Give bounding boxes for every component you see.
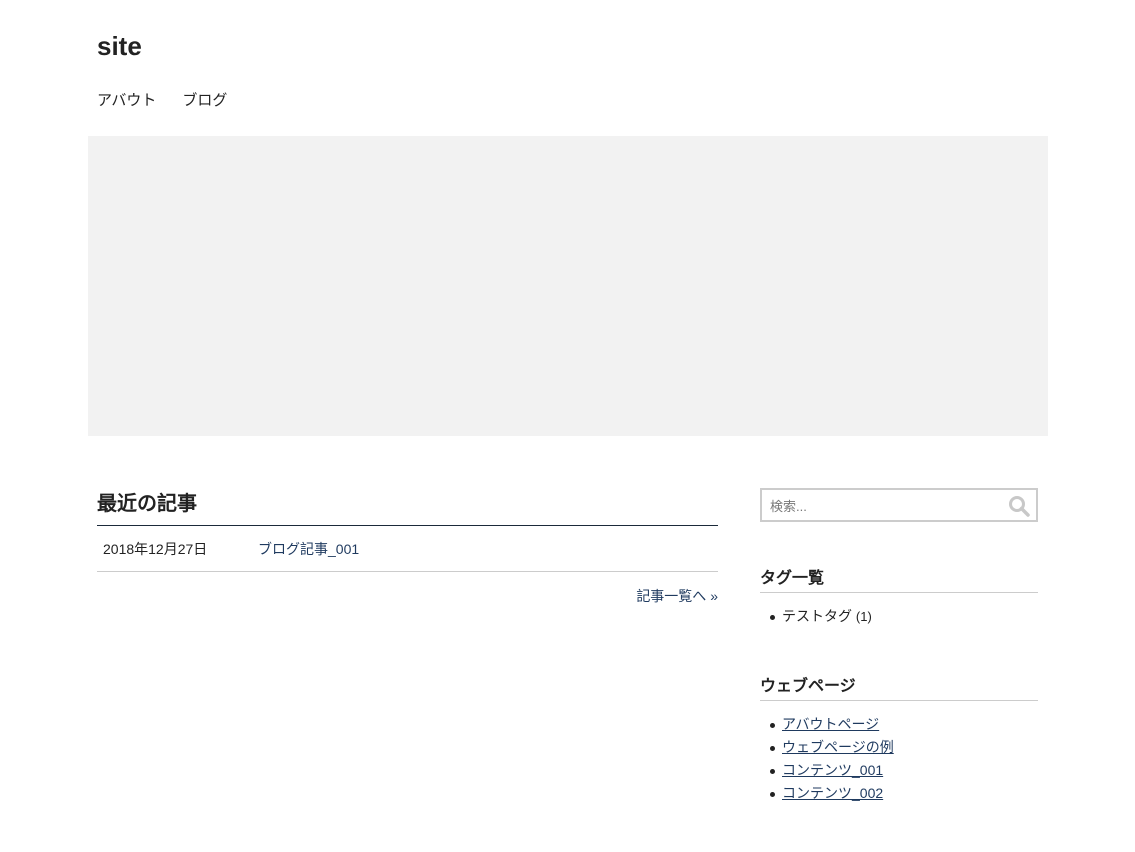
search-icon[interactable]: [1008, 495, 1030, 517]
tag-list-item: テストタグ (1): [760, 605, 1038, 628]
page-list-item: コンテンツ_001: [760, 759, 1038, 782]
page-link-example[interactable]: ウェブページの例: [782, 739, 894, 755]
tag-list: テストタグ (1): [760, 605, 1038, 628]
page-list-item: コンテンツ_002: [760, 782, 1038, 805]
recent-posts-section: 最近の記事 2018年12月27日 ブログ記事_001 記事一覧へ »: [97, 488, 718, 606]
page-list-item: アバウトページ: [760, 713, 1038, 736]
nav-item-blog[interactable]: ブログ: [182, 90, 227, 112]
page-link-content-002[interactable]: コンテンツ_002: [782, 785, 883, 801]
page-list: アバウトページ ウェブページの例 コンテンツ_001 コンテンツ_002: [760, 713, 1038, 805]
tag-count: (1): [855, 609, 872, 624]
site-title[interactable]: site: [97, 28, 142, 64]
global-nav: アバウト ブログ: [97, 90, 227, 112]
post-title-link[interactable]: ブログ記事_001: [258, 539, 359, 559]
pages-widget: ウェブページ アバウトページ ウェブページの例 コンテンツ_001 コンテンツ_…: [760, 676, 1038, 805]
tag-link[interactable]: テストタグ: [782, 608, 852, 624]
post-row: 2018年12月27日 ブログ記事_001: [97, 526, 718, 572]
search-input[interactable]: [768, 491, 1002, 521]
page-list-item: ウェブページの例: [760, 736, 1038, 759]
page-link-about[interactable]: アバウトページ: [782, 716, 879, 732]
nav-item-about[interactable]: アバウト: [97, 90, 156, 112]
sidebar: タグ一覧 テストタグ (1) ウェブページ アバウトページ ウェブページの例 コ…: [760, 488, 1038, 805]
post-list-link[interactable]: 記事一覧へ »: [97, 586, 718, 606]
recent-posts-heading: 最近の記事: [97, 488, 718, 526]
page-link-content-001[interactable]: コンテンツ_001: [782, 762, 883, 778]
pages-widget-title: ウェブページ: [760, 676, 1038, 701]
tag-widget-title: タグ一覧: [760, 568, 1038, 593]
hero-banner: [88, 136, 1048, 436]
search-box: [760, 488, 1038, 522]
post-date: 2018年12月27日: [103, 540, 208, 557]
tag-widget: タグ一覧 テストタグ (1): [760, 568, 1038, 628]
